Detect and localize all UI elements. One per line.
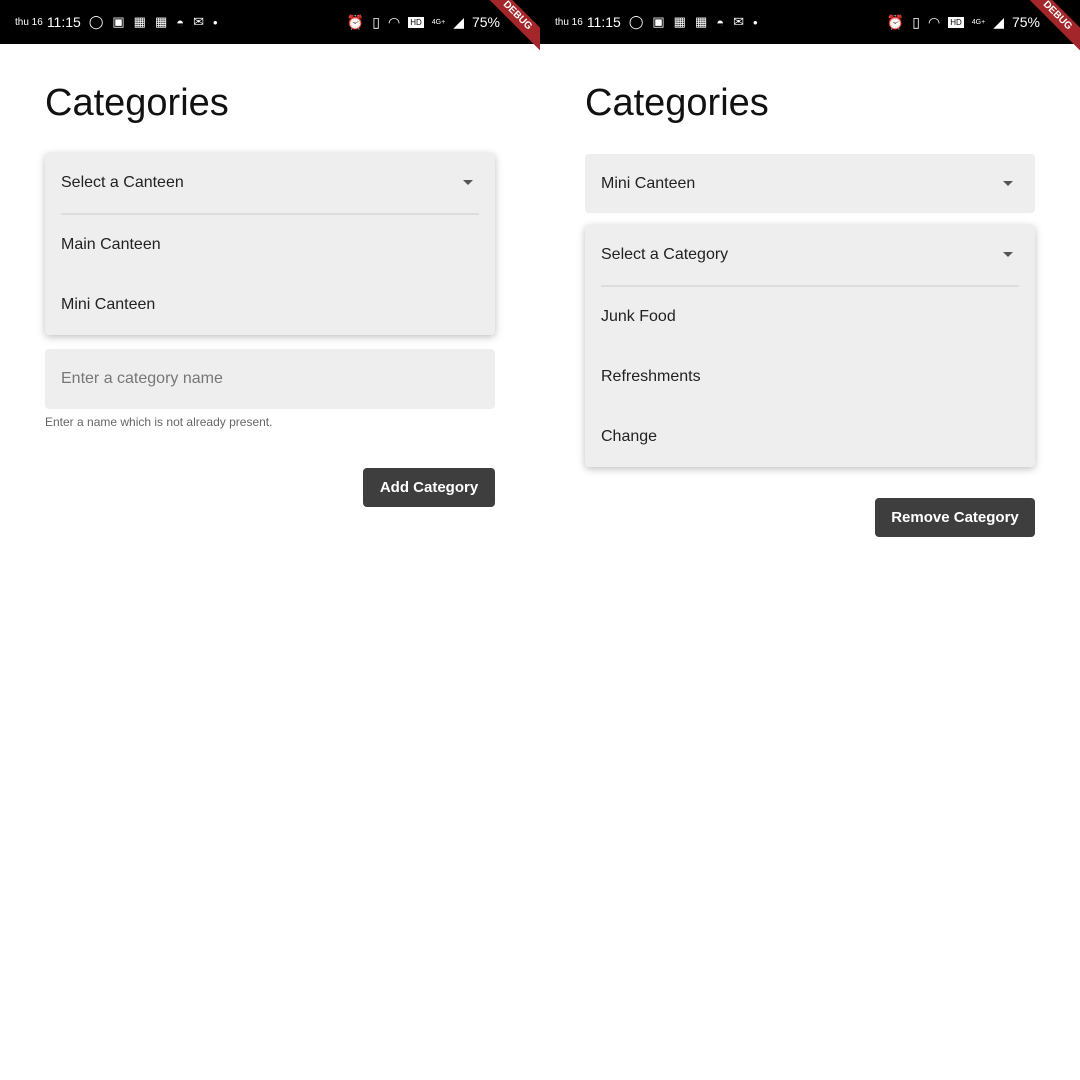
calendar-icon: ▦ xyxy=(133,14,146,29)
instagram-icon: ▣ xyxy=(652,14,665,29)
signal-icon: ◢ xyxy=(993,13,1004,30)
dropdown-value: Mini Canteen xyxy=(601,174,696,192)
battery-level: 75% xyxy=(471,14,500,30)
hd-icon: HD xyxy=(408,16,424,28)
dot-icon: • xyxy=(753,14,758,30)
reddit-icon: ◓ xyxy=(176,14,185,30)
canteen-dropdown[interactable]: Mini Canteen xyxy=(585,154,1035,213)
alarm-icon: ⏰ xyxy=(886,13,905,30)
dropdown-option[interactable]: Main Canteen xyxy=(45,215,495,275)
dropdown-arrow-icon xyxy=(1003,252,1013,257)
reddit-icon: ◓ xyxy=(716,14,725,30)
dropdown-option[interactable]: Change xyxy=(585,407,1035,467)
dropdown-option[interactable]: Junk Food xyxy=(585,287,1035,347)
add-category-button[interactable]: Add Category xyxy=(363,468,495,507)
calendar-icon: ▦ xyxy=(694,14,708,29)
date: thu 16 xyxy=(555,16,583,28)
canteen-dropdown[interactable]: Select a Canteen xyxy=(45,153,495,213)
dropdown-placeholder: Select a Category xyxy=(601,246,729,263)
clock: 11:15 xyxy=(46,14,81,30)
helper-text: Enter a name which is not already presen… xyxy=(45,415,273,429)
instagram-icon: ▣ xyxy=(112,14,125,29)
calendar-icon: ▦ xyxy=(673,14,686,29)
vibrate-icon: ▯ xyxy=(912,13,920,30)
category-name-input[interactable] xyxy=(45,349,495,409)
hd-icon: HD xyxy=(948,16,964,28)
dot-icon: • xyxy=(213,14,218,30)
dropdown-arrow-icon xyxy=(463,180,473,185)
dropdown-placeholder: Select a Canteen xyxy=(61,174,184,191)
network-label: 4G+ xyxy=(971,18,986,26)
remove-category-button[interactable]: Remove Category xyxy=(875,498,1035,537)
clock: 11:15 xyxy=(586,14,621,30)
screen-add-category: thu 16 11:15 ◯ ▣ ▦ ▦ ◓ ✉ • ⏰ ▯ ◠ HD 4G+ … xyxy=(0,0,540,1080)
dropdown-arrow-icon xyxy=(1003,181,1013,186)
battery-level: 75% xyxy=(1011,14,1040,30)
category-dropdown-menu[interactable]: Select a Category Junk Food Refreshments… xyxy=(585,225,1035,467)
dropdown-option[interactable]: Refreshments xyxy=(585,347,1035,407)
gmail-icon: ✉ xyxy=(733,14,745,29)
screen-remove-category: thu 16 11:15 ◯ ▣ ▦ ▦ ◓ ✉ • ⏰ ▯ ◠ HD 4G+ … xyxy=(540,0,1080,1080)
page-title: Categories xyxy=(45,82,229,124)
whatsapp-icon: ◯ xyxy=(628,14,644,29)
whatsapp-icon: ◯ xyxy=(88,14,104,29)
network-label: 4G+ xyxy=(431,18,446,26)
alarm-icon: ⏰ xyxy=(346,13,365,30)
status-bar: thu 16 11:15 ◯ ▣ ▦ ▦ ◓ ✉ • ⏰ ▯ ◠ HD 4G+ … xyxy=(540,0,1080,54)
vibrate-icon: ▯ xyxy=(372,13,380,30)
hotspot-icon: ◠ xyxy=(927,13,941,30)
category-dropdown[interactable]: Select a Category xyxy=(585,225,1035,285)
page-title: Categories xyxy=(585,82,769,124)
dropdown-option[interactable]: Mini Canteen xyxy=(45,275,495,335)
status-bar: thu 16 11:15 ◯ ▣ ▦ ▦ ◓ ✉ • ⏰ ▯ ◠ HD 4G+ … xyxy=(0,0,540,54)
calendar-icon: ▦ xyxy=(154,14,168,29)
hotspot-icon: ◠ xyxy=(387,13,401,30)
signal-icon: ◢ xyxy=(453,13,464,30)
date: thu 16 xyxy=(15,16,43,28)
canteen-dropdown-menu[interactable]: Select a Canteen Main Canteen Mini Cante… xyxy=(45,153,495,335)
gmail-icon: ✉ xyxy=(193,14,205,29)
